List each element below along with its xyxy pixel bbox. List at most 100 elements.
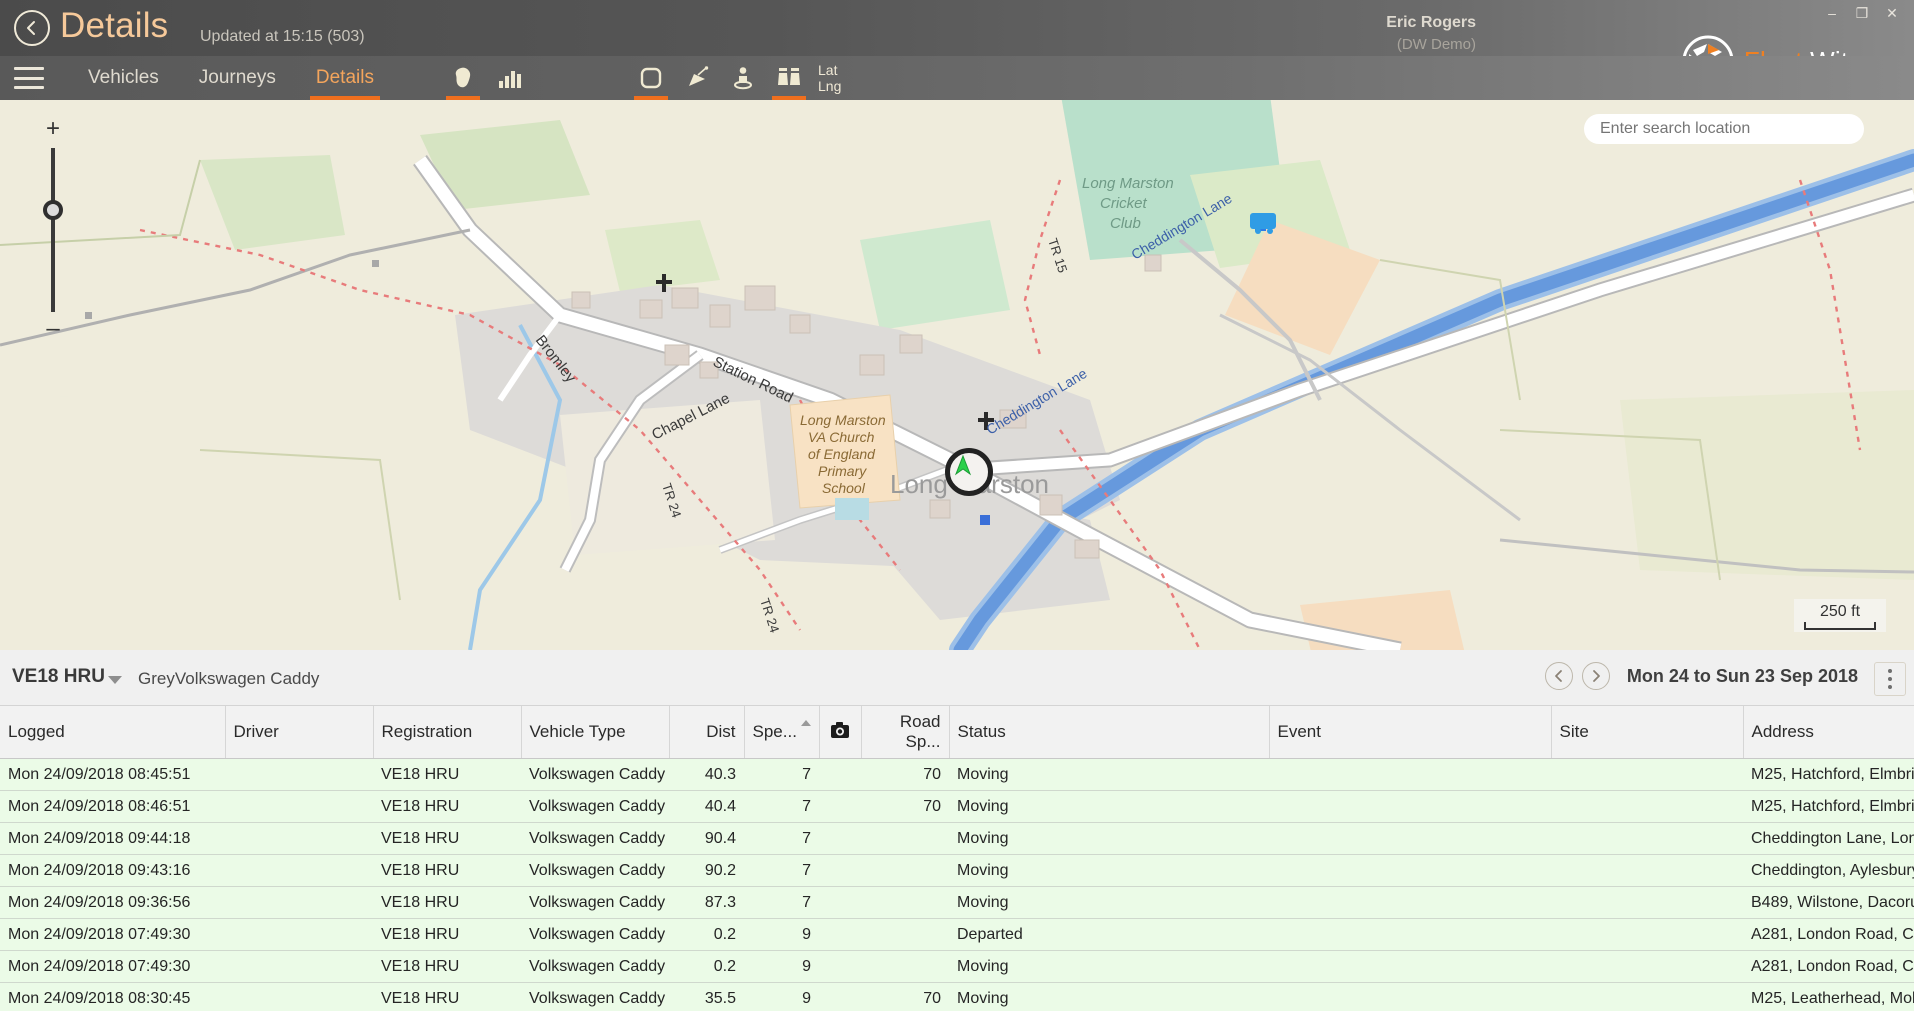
map-label-cricket-2: Cricket xyxy=(1100,195,1148,212)
back-button[interactable] xyxy=(14,10,50,46)
cell-address: M25, Hatchford, Elmbridge xyxy=(1743,758,1914,791)
date-range-label: Mon 24 to Sun 23 Sep 2018 xyxy=(1626,665,1858,686)
column-header-label: Site xyxy=(1559,722,1589,741)
previous-period-button[interactable] xyxy=(1544,662,1573,690)
satellite-dish-icon[interactable] xyxy=(674,56,720,100)
cell-camera xyxy=(819,982,861,1011)
cell-site xyxy=(1551,982,1743,1011)
table-row[interactable]: Mon 24/09/2018 08:45:51 VE18 HRU Volkswage… xyxy=(0,758,1914,791)
cell-speed: 9 xyxy=(744,982,819,1011)
geofence-square-icon[interactable] xyxy=(628,56,674,100)
details-table[interactable]: Logged Driver Registration Vehicle Type Dist… xyxy=(0,706,1914,1011)
cell-event xyxy=(1269,790,1551,823)
vehicle-registration-selector[interactable]: VE18 HRU xyxy=(12,666,105,688)
column-header-address[interactable]: Address xyxy=(1743,706,1914,759)
map-zoom-control[interactable]: + – xyxy=(40,117,66,341)
cell-status: Moving xyxy=(949,822,1269,855)
search-input[interactable] xyxy=(1584,114,1864,144)
column-header-registration[interactable]: Registration xyxy=(373,706,522,759)
cell-site xyxy=(1551,950,1743,983)
column-header-logged[interactable]: Logged xyxy=(0,706,226,759)
cell-logged: Mon 24/09/2018 07:49:30 xyxy=(0,950,225,983)
cell-registration: VE18 HRU xyxy=(373,758,521,791)
cell-logged: Mon 24/09/2018 07:49:30 xyxy=(0,918,225,951)
column-header-speed[interactable]: Spe... xyxy=(744,706,820,759)
cell-logged: Mon 24/09/2018 09:43:16 xyxy=(0,854,225,887)
table-row[interactable]: Mon 24/09/2018 07:49:30 VE18 HRU Volkswage… xyxy=(0,918,1914,951)
restore-button[interactable]: ❐ xyxy=(1848,2,1876,24)
column-header-label: Status xyxy=(957,722,1006,741)
map-label-school-2: VA Church xyxy=(808,429,875,445)
chevron-down-icon[interactable] xyxy=(108,676,122,684)
cell-camera xyxy=(819,822,861,855)
cell-registration: VE18 HRU xyxy=(373,982,521,1011)
table-row[interactable]: Mon 24/09/2018 09:43:16 VE18 HRU Volkswage… xyxy=(0,854,1914,887)
cell-road_speed xyxy=(861,918,949,951)
column-header-road_speed[interactable]: Road Sp... xyxy=(861,706,950,759)
binoculars-icon[interactable] xyxy=(766,56,812,100)
table-row[interactable]: Mon 24/09/2018 07:49:30 VE18 HRU Volkswage… xyxy=(0,950,1914,983)
cell-camera xyxy=(819,790,861,823)
person-location-icon[interactable] xyxy=(720,56,766,100)
user-organisation: (DW Demo) xyxy=(1396,36,1476,53)
cell-driver xyxy=(225,854,373,887)
cell-driver xyxy=(225,950,373,983)
cell-logged: Mon 24/09/2018 09:44:18 xyxy=(0,822,225,855)
cell-vehicle_type: Volkswagen Caddy xyxy=(521,950,669,983)
map-panel[interactable]: Long Marston Long Marston Cricket Club L… xyxy=(0,100,1914,650)
column-header-driver[interactable]: Driver xyxy=(225,706,374,759)
bar-chart-icon[interactable] xyxy=(486,56,532,100)
table-header: Logged Driver Registration Vehicle Type Dist… xyxy=(0,706,1914,759)
column-header-event[interactable]: Event xyxy=(1269,706,1552,759)
cell-driver xyxy=(225,982,373,1011)
column-header-label: Event xyxy=(1277,722,1321,741)
cell-registration: VE18 HRU xyxy=(373,950,521,983)
vehicle-heading-marker[interactable] xyxy=(945,448,993,496)
cell-road_speed xyxy=(861,822,949,855)
table-row[interactable]: Mon 24/09/2018 09:36:56 VE18 HRU Volkswage… xyxy=(0,886,1914,919)
map-label-school-3: of England xyxy=(808,446,876,462)
table-row[interactable]: Mon 24/09/2018 08:30:45 VE18 HRU Volkswage… xyxy=(0,982,1914,1011)
column-header-vehicle_type[interactable]: Vehicle Type xyxy=(521,706,670,759)
close-button[interactable]: ✕ xyxy=(1878,2,1906,24)
cell-event xyxy=(1269,950,1551,983)
map-view-icon[interactable] xyxy=(440,56,486,100)
vehicle-selection-bar: VE18 HRU GreyVolkswagen Caddy Mon 24 to … xyxy=(0,650,1914,706)
cell-address: M25, Leatherhead, Mole V xyxy=(1743,982,1914,1011)
cell-driver xyxy=(225,758,373,791)
zoom-out-button[interactable]: – xyxy=(46,317,59,341)
tab-details[interactable]: Details xyxy=(296,56,394,100)
column-header-site[interactable]: Site xyxy=(1551,706,1744,759)
hamburger-menu-icon[interactable] xyxy=(14,67,44,89)
table-row[interactable]: Mon 24/09/2018 08:46:51 VE18 HRU Volkswage… xyxy=(0,790,1914,823)
column-header-status[interactable]: Status xyxy=(949,706,1270,759)
minimize-button[interactable]: – xyxy=(1818,2,1846,24)
kebab-menu-icon[interactable] xyxy=(1874,662,1906,696)
cell-logged: Mon 24/09/2018 09:36:56 xyxy=(0,886,225,919)
column-header-camera[interactable] xyxy=(819,706,862,759)
column-header-label: Address xyxy=(1751,722,1814,741)
user-name: Eric Rogers xyxy=(1386,14,1476,31)
zoom-in-button[interactable]: + xyxy=(46,117,60,141)
cell-address: A281, London Road, Cowf xyxy=(1743,918,1914,951)
column-header-label: Dist xyxy=(706,722,736,741)
cell-speed: 7 xyxy=(744,822,819,855)
updated-status: Updated at 15:15 (503) xyxy=(200,28,365,45)
cell-event xyxy=(1269,758,1551,791)
zoom-slider-handle[interactable] xyxy=(43,200,63,220)
lat-lng-toggle[interactable]: Lat Lng xyxy=(818,62,841,94)
cell-registration: VE18 HRU xyxy=(373,822,521,855)
cell-road_speed: 70 xyxy=(861,982,949,1011)
column-header-dist[interactable]: Dist xyxy=(669,706,745,759)
cell-vehicle_type: Volkswagen Caddy xyxy=(521,854,669,887)
tab-journeys[interactable]: Journeys xyxy=(179,56,296,100)
cell-dist: 0.2 xyxy=(669,950,744,983)
heading-arrow-icon xyxy=(954,454,972,476)
zoom-slider-track[interactable] xyxy=(43,148,63,312)
table-row[interactable]: Mon 24/09/2018 09:44:18 VE18 HRU Volkswage… xyxy=(0,822,1914,855)
tab-vehicles[interactable]: Vehicles xyxy=(68,56,179,100)
cell-speed: 7 xyxy=(744,886,819,919)
cell-speed: 9 xyxy=(744,918,819,951)
map-scale-indicator: 250 ft xyxy=(1794,599,1886,632)
next-period-button[interactable] xyxy=(1581,662,1610,690)
